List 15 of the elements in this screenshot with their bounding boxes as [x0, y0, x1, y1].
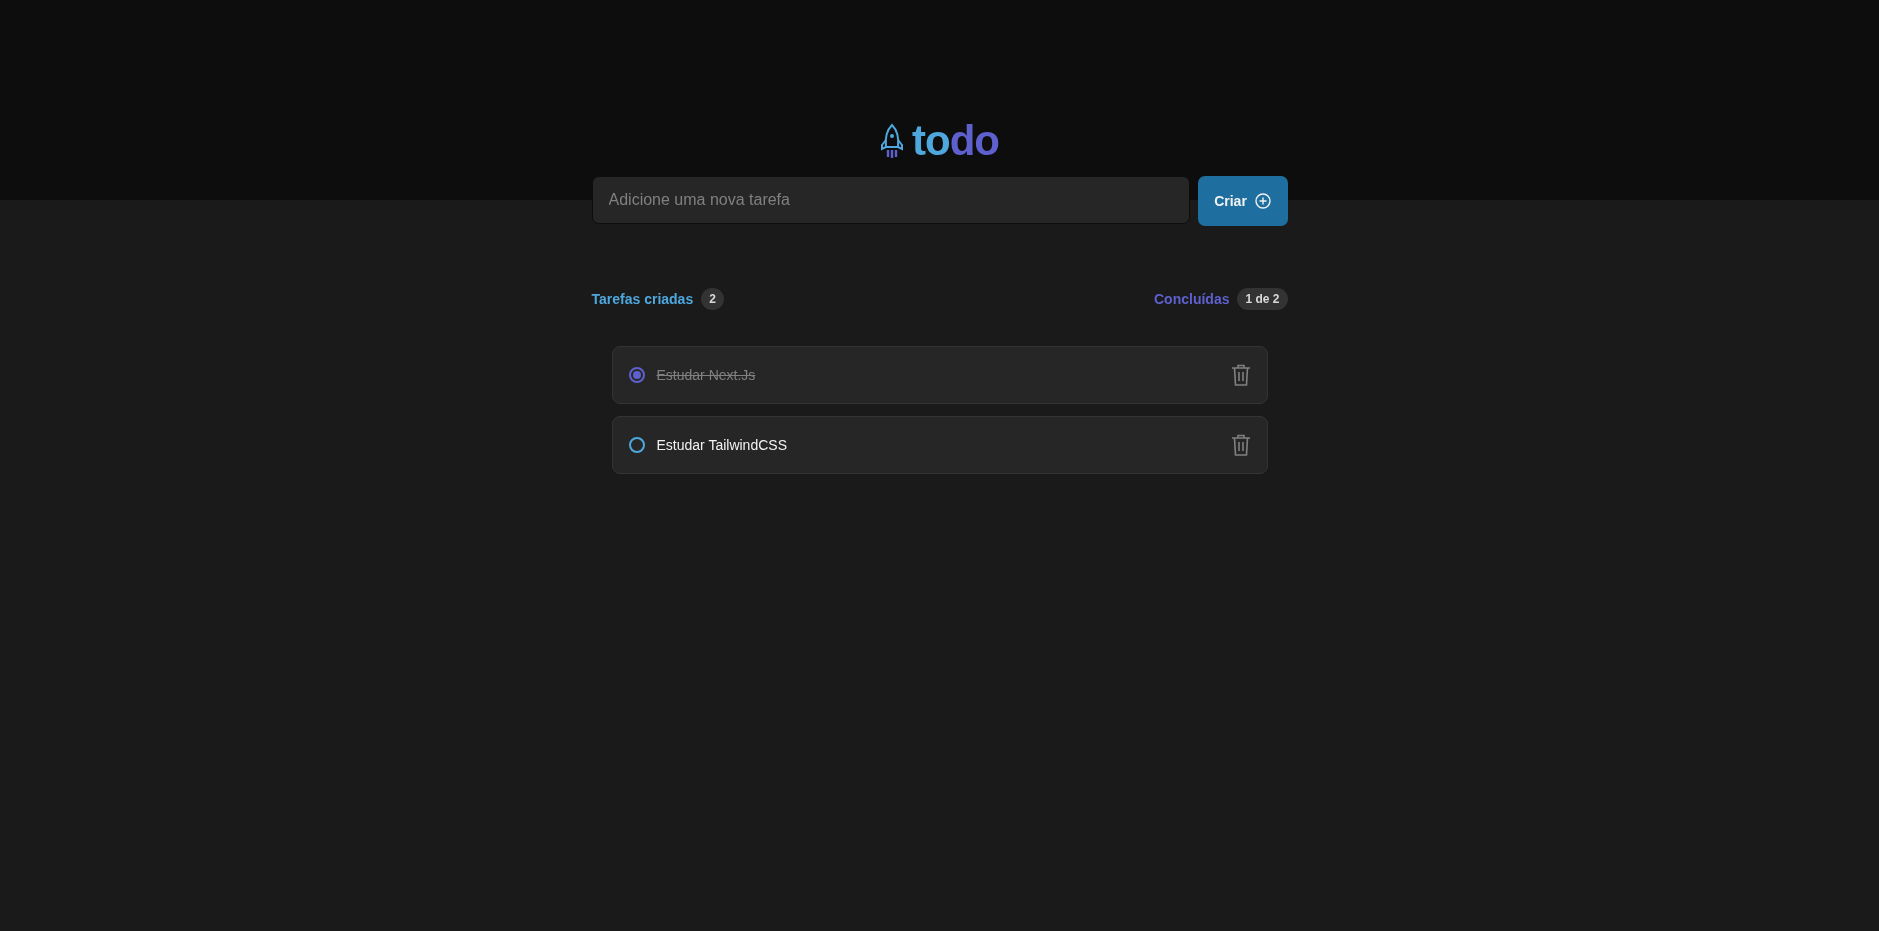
new-task-field[interactable]: Adicione uma nova tarefa [591, 176, 1190, 224]
trash-icon[interactable] [1230, 434, 1251, 456]
task-checkbox[interactable] [628, 367, 645, 383]
plus-circle-icon [1254, 193, 1271, 209]
completed-count: 1 de 2 [1237, 288, 1288, 310]
created-label: Tarefas criadas [591, 289, 694, 309]
create-button[interactable]: Criar [1197, 176, 1288, 226]
completed-label: Concluídas [1154, 289, 1230, 309]
rocket-icon [880, 123, 904, 159]
created-count: 2 [701, 288, 724, 310]
app-logo-text: todo [912, 120, 999, 162]
task-text: Estudar Next.Js [656, 365, 757, 385]
task-text: Estudar TailwindCSS [656, 435, 788, 455]
trash-icon[interactable] [1230, 364, 1251, 386]
task-checkbox[interactable] [628, 437, 645, 453]
